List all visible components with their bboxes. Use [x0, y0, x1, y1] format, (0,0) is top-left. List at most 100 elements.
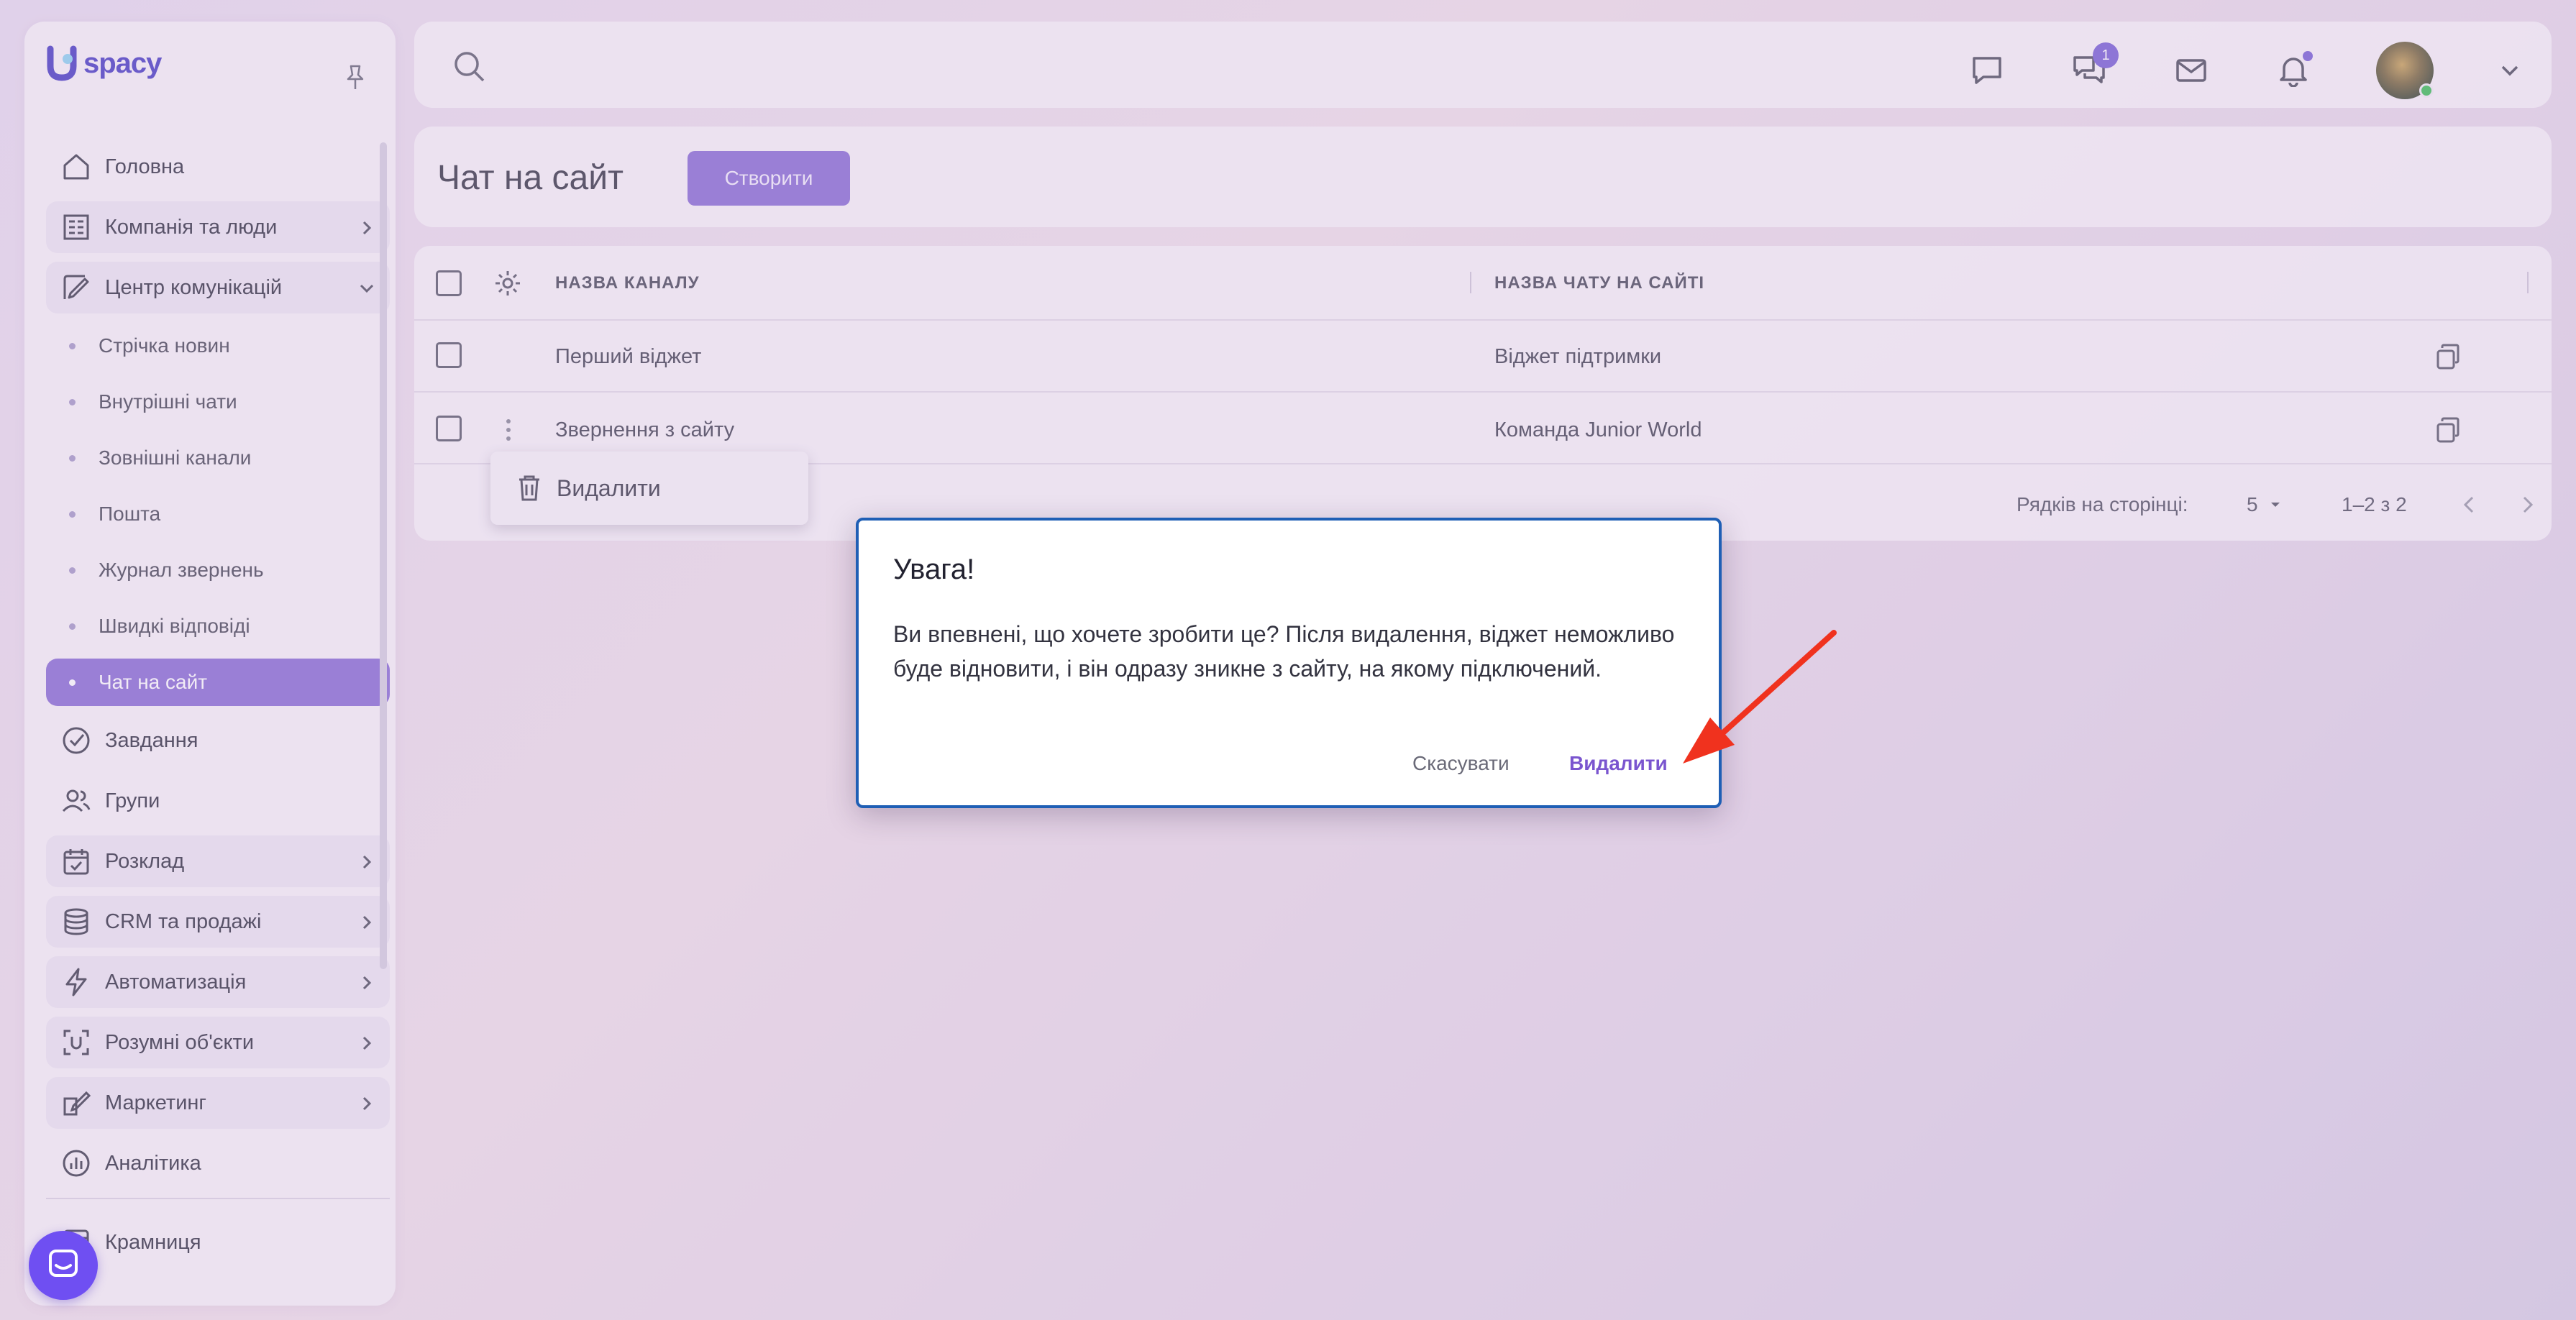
- cell-site-chat-name: Віджет підтримки: [1494, 345, 1662, 368]
- analytics-icon: [59, 1146, 93, 1181]
- chat-launcher-button[interactable]: [29, 1231, 98, 1300]
- task-check-icon: [59, 723, 93, 758]
- mail-icon[interactable]: [2172, 51, 2211, 90]
- page-title: Чат на сайт: [437, 159, 624, 197]
- column-header-channel[interactable]: НАЗВА КАНАЛУ: [555, 273, 700, 293]
- confirm-delete-dialog: Увага! Ви впевнені, що хочете зробити це…: [856, 518, 1722, 808]
- gear-icon[interactable]: [493, 269, 522, 298]
- sidebar-divider: [46, 1198, 390, 1199]
- table-row[interactable]: Перший віджет Віджет підтримки: [414, 321, 2552, 393]
- kebab-menu-icon[interactable]: [505, 416, 512, 444]
- trash-icon: [516, 474, 542, 503]
- column-resize-handle[interactable]: [2527, 272, 2529, 293]
- bullet-icon: [69, 398, 76, 405]
- sidebar-subitem-mail[interactable]: Пошта: [46, 490, 390, 538]
- sidebar-item-company[interactable]: Компанія та люди: [46, 201, 390, 253]
- copy-icon[interactable]: [2434, 342, 2462, 371]
- sidebar-item-schedule[interactable]: Розклад: [46, 835, 390, 887]
- lightning-icon: [59, 965, 93, 999]
- logo[interactable]: spacy: [46, 45, 162, 82]
- bullet-icon: [69, 567, 76, 574]
- chat-bubble-icon[interactable]: [1968, 51, 2006, 90]
- sidebar-item-label: CRM та продажі: [105, 909, 262, 933]
- database-icon: [59, 904, 93, 939]
- cell-site-chat-name: Команда Junior World: [1494, 418, 1702, 441]
- notification-dot: [2303, 51, 2313, 61]
- sidebar-item-home[interactable]: Головна: [46, 141, 390, 193]
- communications-icon: [59, 270, 93, 305]
- cancel-button[interactable]: Скасувати: [1412, 752, 1509, 775]
- chevron-left-icon[interactable]: [2455, 490, 2484, 519]
- chevron-down-icon[interactable]: [2497, 58, 2523, 83]
- building-icon: [59, 210, 93, 244]
- rows-per-page-value: 5: [2247, 493, 2258, 515]
- annotation-arrow-icon: [1654, 625, 1855, 769]
- sidebar-subitem-quick-replies[interactable]: Швидкі відповіді: [46, 602, 390, 650]
- chat-count-badge: 1: [2093, 42, 2119, 68]
- bullet-icon: [69, 679, 76, 686]
- sidebar-subitem-requests-log[interactable]: Журнал звернень: [46, 546, 390, 594]
- sidebar-item-label: Центр комунікацій: [105, 275, 283, 299]
- sidebar-subitem-external-channels[interactable]: Зовнішні канали: [46, 434, 390, 482]
- sidebar-subitem-label: Чат на сайт: [99, 671, 208, 693]
- sidebar-item-store[interactable]: Крамниця: [46, 1216, 390, 1268]
- sidebar: spacy Головна Компанія та люди Центр ком…: [24, 22, 396, 1306]
- chevron-right-icon: [358, 973, 375, 991]
- sidebar-item-smart-objects[interactable]: Розумні об'єкти: [46, 1017, 390, 1068]
- chevron-right-icon: [358, 853, 375, 870]
- sidebar-item-label: Розумні об'єкти: [105, 1030, 255, 1054]
- cell-channel-name: Звернення з сайту: [555, 418, 735, 441]
- confirm-delete-button[interactable]: Видалити: [1569, 752, 1668, 775]
- sidebar-item-groups[interactable]: Групи: [46, 775, 390, 827]
- sidebar-item-tasks[interactable]: Завдання: [46, 715, 390, 766]
- smart-object-icon: [59, 1025, 93, 1060]
- marketing-icon: [59, 1086, 93, 1120]
- sidebar-item-crm[interactable]: CRM та продажі: [46, 896, 390, 948]
- pin-icon[interactable]: [341, 63, 370, 92]
- sidebar-item-marketing[interactable]: Маркетинг: [46, 1077, 390, 1129]
- bell-icon[interactable]: [2274, 51, 2313, 90]
- search-icon[interactable]: [452, 49, 488, 85]
- avatar[interactable]: [2376, 42, 2434, 99]
- dialog-title: Увага!: [893, 554, 975, 585]
- sidebar-subitem-site-chat[interactable]: Чат на сайт: [46, 659, 390, 706]
- top-icons: 1: [1968, 42, 2523, 99]
- sidebar-item-communications[interactable]: Центр комунікацій: [46, 262, 390, 313]
- row-context-menu: Видалити: [490, 452, 808, 525]
- sidebar-subitem-label: Внутрішні чати: [99, 390, 237, 413]
- pagination-range: 1–2 з 2: [2342, 493, 2407, 515]
- logo-text: spacy: [83, 47, 162, 79]
- cell-channel-name: Перший віджет: [555, 345, 702, 368]
- row-checkbox[interactable]: [436, 342, 462, 368]
- table-header: НАЗВА КАНАЛУ НАЗВА ЧАТУ НА САЙТІ: [414, 246, 2552, 321]
- chevron-right-icon[interactable]: [2513, 490, 2541, 519]
- sidebar-subitem-internal-chats[interactable]: Внутрішні чати: [46, 378, 390, 426]
- sidebar-item-label: Аналітика: [105, 1151, 201, 1175]
- create-button[interactable]: Створити: [688, 151, 850, 206]
- bullet-icon: [69, 623, 76, 630]
- column-header-site-chat[interactable]: НАЗВА ЧАТУ НА САЙТІ: [1494, 273, 1704, 293]
- bullet-icon: [69, 342, 76, 349]
- sidebar-subitem-news[interactable]: Стрічка новин: [46, 322, 390, 370]
- top-bar: 1: [414, 22, 2552, 108]
- messages-icon[interactable]: 1: [2070, 42, 2119, 90]
- sidebar-menu: Головна Компанія та люди Центр комунікац…: [46, 141, 390, 1277]
- sidebar-item-label: Завдання: [105, 728, 198, 752]
- sidebar-item-analytics[interactable]: Аналітика: [46, 1137, 390, 1189]
- groups-icon: [59, 784, 93, 818]
- sidebar-item-automation[interactable]: Автоматизація: [46, 956, 390, 1008]
- sidebar-item-label: Крамниця: [105, 1230, 201, 1254]
- sidebar-subitem-label: Пошта: [99, 503, 161, 525]
- copy-icon[interactable]: [2434, 416, 2462, 444]
- sidebar-item-label: Головна: [105, 155, 185, 178]
- sidebar-subitem-label: Швидкі відповіді: [99, 615, 250, 637]
- sidebar-scrollbar[interactable]: [380, 142, 387, 969]
- context-menu-delete[interactable]: Видалити: [557, 475, 661, 502]
- rows-per-page-select[interactable]: 5: [2247, 493, 2283, 516]
- column-resize-handle[interactable]: [1470, 272, 1471, 293]
- logo-mark-icon: [46, 45, 81, 82]
- dialog-message: Ви впевнені, що хочете зробити це? Після…: [893, 621, 1675, 682]
- row-checkbox[interactable]: [436, 416, 462, 441]
- bullet-icon: [69, 454, 76, 462]
- select-all-checkbox[interactable]: [436, 270, 462, 296]
